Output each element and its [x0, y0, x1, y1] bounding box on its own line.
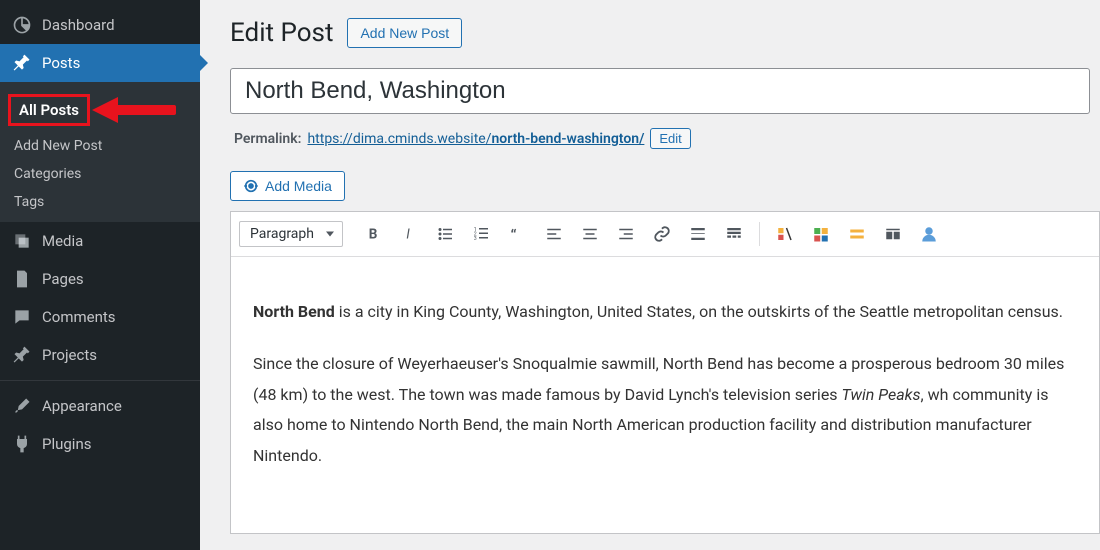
readmore-button[interactable] [681, 218, 715, 250]
media-icon [12, 231, 32, 251]
columns-button[interactable] [876, 218, 910, 250]
sidebar-item-projects[interactable]: Projects [0, 336, 200, 374]
permalink-link[interactable]: https://dima.cminds.website/north-bend-w… [307, 131, 644, 147]
sidebar-item-plugins[interactable]: Plugins [0, 425, 200, 463]
editor-toolbar: Paragraph B I 123 “ [231, 212, 1099, 257]
sidebar-label: Posts [42, 54, 80, 72]
paragraph: North Bend is a city in King County, Was… [253, 297, 1077, 327]
align-left-button[interactable] [537, 218, 571, 250]
permalink-row: Permalink: https://dima.cminds.website/n… [234, 128, 1100, 149]
sidebar-label: Media [42, 232, 83, 250]
sidebar-sub-categories[interactable]: Categories [0, 160, 200, 188]
sidebar-sub-tags[interactable]: Tags [0, 188, 200, 216]
page-title: Edit Post [230, 18, 333, 48]
sidebar-label: Plugins [42, 435, 91, 453]
pin-icon [12, 53, 32, 73]
sidebar-label: Comments [42, 308, 116, 326]
quote-button[interactable]: “ [501, 218, 535, 250]
italic-button[interactable]: I [393, 218, 427, 250]
post-title-input[interactable] [230, 68, 1090, 114]
svg-text:I: I [406, 227, 410, 243]
toolbar-toggle-button[interactable] [717, 218, 751, 250]
sidebar-item-media[interactable]: Media [0, 222, 200, 260]
paragraph: Since the closure of Weyerhaeuser's Snoq… [253, 349, 1077, 471]
sidebar-label: Pages [42, 270, 84, 288]
plug-icon [12, 434, 32, 454]
page-header: Edit Post Add New Post [230, 18, 1100, 48]
bold-button[interactable]: B [357, 218, 391, 250]
sidebar-item-comments[interactable]: Comments [0, 298, 200, 336]
shortcode-button[interactable] [768, 218, 802, 250]
sidebar-item-appearance[interactable]: Appearance [0, 387, 200, 425]
add-new-post-button[interactable]: Add New Post [347, 18, 462, 48]
align-center-button[interactable] [573, 218, 607, 250]
add-media-button[interactable]: Add Media [230, 171, 345, 201]
sidebar-label: Projects [42, 346, 97, 364]
sidebar-sub-add-new[interactable]: Add New Post [0, 132, 200, 160]
highlight-box: All Posts [8, 94, 90, 126]
table-button[interactable] [804, 218, 838, 250]
align-right-button[interactable] [609, 218, 643, 250]
page-icon [12, 269, 32, 289]
toolbar-separator [759, 222, 760, 246]
sidebar-item-posts[interactable]: Posts [0, 44, 200, 82]
admin-sidebar: Dashboard Posts All Posts Add New Post C… [0, 0, 200, 550]
editor-body[interactable]: North Bend is a city in King County, Was… [231, 257, 1099, 533]
sidebar-item-pages[interactable]: Pages [0, 260, 200, 298]
sidebar-posts-submenu: All Posts Add New Post Categories Tags [0, 82, 200, 222]
svg-text:3: 3 [474, 236, 477, 242]
dashboard-icon [12, 15, 32, 35]
sidebar-label: Dashboard [42, 16, 115, 34]
main-content: Edit Post Add New Post Permalink: https:… [200, 0, 1100, 550]
svg-text:“: “ [510, 226, 516, 243]
comment-icon [12, 307, 32, 327]
divider-button[interactable] [840, 218, 874, 250]
format-select[interactable]: Paragraph [239, 221, 343, 247]
editor-box: Paragraph B I 123 “ North Bend is a city… [230, 211, 1100, 534]
link-button[interactable] [645, 218, 679, 250]
annotation-arrow-icon [92, 95, 182, 125]
sidebar-separator [0, 380, 200, 381]
brush-icon [12, 396, 32, 416]
permalink-label: Permalink: [234, 131, 301, 147]
user-button[interactable] [912, 218, 946, 250]
media-icon [243, 178, 259, 194]
edit-permalink-button[interactable]: Edit [650, 128, 690, 149]
sidebar-sub-all-posts[interactable]: All Posts [0, 88, 200, 132]
sidebar-label: Appearance [42, 397, 122, 415]
pin-icon [12, 345, 32, 365]
bullet-list-button[interactable] [429, 218, 463, 250]
sidebar-item-dashboard[interactable]: Dashboard [0, 6, 200, 44]
number-list-button[interactable]: 123 [465, 218, 499, 250]
svg-text:B: B [369, 227, 378, 243]
